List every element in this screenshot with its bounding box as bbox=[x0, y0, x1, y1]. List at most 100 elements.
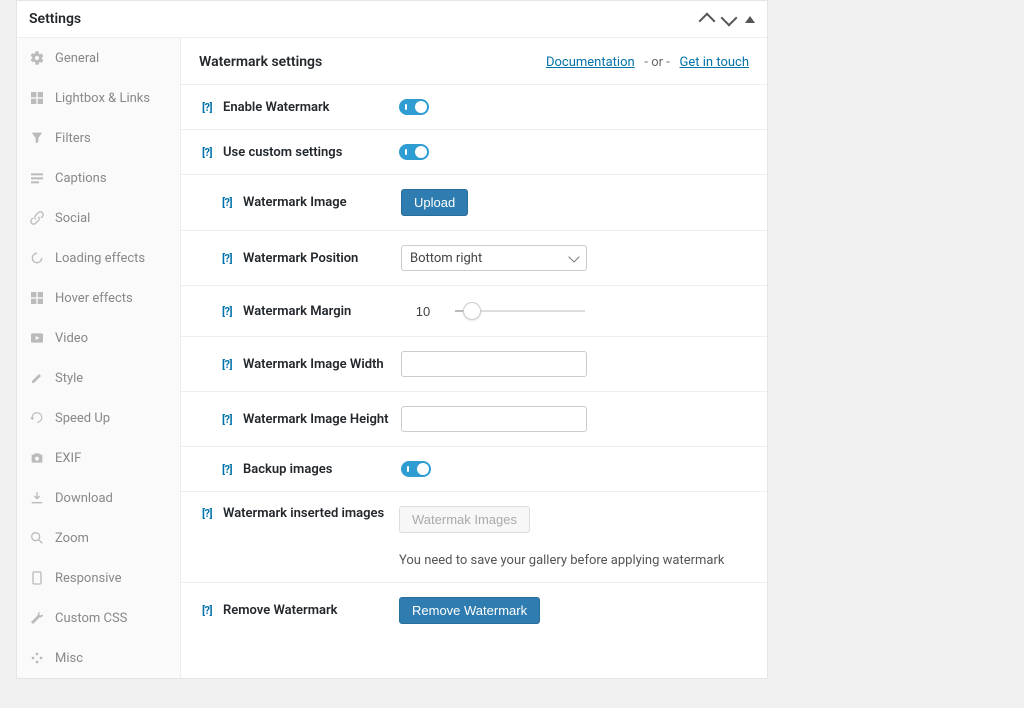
watermark-height-input[interactable] bbox=[401, 406, 587, 432]
zoom-icon bbox=[29, 530, 45, 546]
sidebar-item-label: Misc bbox=[55, 651, 83, 666]
sidebar-item-label: Hover effects bbox=[55, 291, 133, 306]
sidebar-item-download[interactable]: Download bbox=[17, 478, 180, 518]
settings-panel: Settings General Lightbox & Links Filter… bbox=[16, 0, 768, 679]
watermark-margin-input[interactable] bbox=[401, 300, 445, 322]
remove-watermark-button[interactable]: Remove Watermark bbox=[399, 597, 540, 624]
watermark-inserted-note: You need to save your gallery before app… bbox=[399, 553, 749, 568]
help-icon[interactable] bbox=[199, 506, 215, 520]
sidebar-item-loading[interactable]: Loading effects bbox=[17, 238, 180, 278]
sidebar-item-captions[interactable]: Captions bbox=[17, 158, 180, 198]
watermark-width-label: Watermark Image Width bbox=[243, 357, 401, 372]
settings-sidebar: General Lightbox & Links Filters Caption… bbox=[17, 38, 181, 678]
custom-settings-label: Use custom settings bbox=[223, 145, 399, 160]
sidebar-item-lightbox[interactable]: Lightbox & Links bbox=[17, 78, 180, 118]
sidebar-item-general[interactable]: General bbox=[17, 38, 180, 78]
chevron-down-icon[interactable] bbox=[721, 10, 738, 27]
chevron-up-icon[interactable] bbox=[699, 13, 716, 30]
row-enable-watermark: Enable Watermark bbox=[181, 85, 767, 130]
social-icon bbox=[29, 210, 45, 226]
lightbox-icon bbox=[29, 90, 45, 106]
select-value: Bottom right bbox=[410, 251, 482, 266]
help-icon[interactable] bbox=[219, 412, 235, 426]
watermark-images-button[interactable]: Watermak Images bbox=[399, 506, 530, 533]
sidebar-item-zoom[interactable]: Zoom bbox=[17, 518, 180, 558]
contact-link[interactable]: Get in touch bbox=[680, 55, 749, 70]
row-watermark-height: Watermark Image Height bbox=[181, 392, 767, 447]
row-watermark-position: Watermark Position Bottom right bbox=[181, 231, 767, 286]
help-icon[interactable] bbox=[219, 357, 235, 371]
watermark-margin-label: Watermark Margin bbox=[243, 304, 401, 319]
help-icon[interactable] bbox=[219, 304, 235, 318]
speed-icon bbox=[29, 410, 45, 426]
collapse-icon[interactable] bbox=[745, 16, 755, 23]
download-icon bbox=[29, 490, 45, 506]
panel-controls bbox=[701, 11, 755, 27]
links-separator: - or - bbox=[644, 55, 669, 70]
row-watermark-inserted: Watermark inserted images Watermak Image… bbox=[181, 492, 767, 583]
sidebar-item-style[interactable]: Style bbox=[17, 358, 180, 398]
panel-body: General Lightbox & Links Filters Caption… bbox=[17, 38, 767, 678]
sidebar-item-exif[interactable]: EXIF bbox=[17, 438, 180, 478]
watermark-position-select[interactable]: Bottom right bbox=[401, 245, 587, 271]
loading-icon bbox=[29, 250, 45, 266]
sidebar-item-label: Loading effects bbox=[55, 251, 145, 266]
sidebar-item-label: Download bbox=[55, 491, 113, 506]
slider-thumb[interactable] bbox=[463, 302, 481, 320]
misc-icon bbox=[29, 650, 45, 666]
remove-watermark-label: Remove Watermark bbox=[223, 603, 399, 618]
sidebar-item-responsive[interactable]: Responsive bbox=[17, 558, 180, 598]
panel-title: Settings bbox=[29, 11, 701, 27]
sidebar-item-label: Lightbox & Links bbox=[55, 91, 150, 106]
watermark-width-input[interactable] bbox=[401, 351, 587, 377]
row-backup-images: Backup images bbox=[181, 447, 767, 492]
watermark-height-label: Watermark Image Height bbox=[243, 412, 401, 427]
row-watermark-width: Watermark Image Width bbox=[181, 337, 767, 392]
captions-icon bbox=[29, 170, 45, 186]
help-icon[interactable] bbox=[219, 462, 235, 476]
filter-icon bbox=[29, 130, 45, 146]
sidebar-item-label: EXIF bbox=[55, 451, 81, 466]
sidebar-item-label: Filters bbox=[55, 131, 91, 146]
camera-icon bbox=[29, 450, 45, 466]
backup-images-label: Backup images bbox=[243, 462, 401, 477]
help-icon[interactable] bbox=[219, 196, 235, 210]
sidebar-item-hover[interactable]: Hover effects bbox=[17, 278, 180, 318]
enable-watermark-toggle[interactable] bbox=[399, 99, 429, 115]
watermark-position-label: Watermark Position bbox=[243, 251, 401, 266]
video-icon bbox=[29, 330, 45, 346]
row-remove-watermark: Remove Watermark Remove Watermark bbox=[181, 583, 767, 638]
wrench-icon bbox=[29, 610, 45, 626]
help-icon[interactable] bbox=[199, 100, 215, 114]
help-icon[interactable] bbox=[219, 251, 235, 265]
responsive-icon bbox=[29, 570, 45, 586]
sidebar-item-label: Responsive bbox=[55, 571, 122, 586]
sidebar-item-label: Speed Up bbox=[55, 411, 110, 426]
upload-button[interactable]: Upload bbox=[401, 189, 468, 216]
watermark-image-label: Watermark Image bbox=[243, 195, 401, 210]
sidebar-item-social[interactable]: Social bbox=[17, 198, 180, 238]
custom-settings-toggle[interactable] bbox=[399, 144, 429, 160]
content-header: Watermark settings Documentation - or - … bbox=[181, 38, 767, 85]
sidebar-item-video[interactable]: Video bbox=[17, 318, 180, 358]
help-icon[interactable] bbox=[199, 145, 215, 159]
hover-icon bbox=[29, 290, 45, 306]
content-title: Watermark settings bbox=[199, 54, 546, 70]
sidebar-item-label: Zoom bbox=[55, 531, 89, 546]
watermark-margin-slider[interactable] bbox=[455, 310, 585, 312]
sidebar-item-label: General bbox=[55, 51, 99, 66]
documentation-link[interactable]: Documentation bbox=[546, 55, 635, 70]
watermark-inserted-label: Watermark inserted images bbox=[223, 506, 399, 521]
enable-watermark-label: Enable Watermark bbox=[223, 100, 399, 115]
sidebar-item-label: Custom CSS bbox=[55, 611, 127, 626]
sidebar-item-customcss[interactable]: Custom CSS bbox=[17, 598, 180, 638]
sidebar-item-label: Style bbox=[55, 371, 83, 386]
sidebar-item-label: Social bbox=[55, 211, 90, 226]
panel-header: Settings bbox=[17, 1, 767, 38]
sidebar-item-speedup[interactable]: Speed Up bbox=[17, 398, 180, 438]
backup-images-toggle[interactable] bbox=[401, 461, 431, 477]
sidebar-item-label: Captions bbox=[55, 171, 107, 186]
sidebar-item-misc[interactable]: Misc bbox=[17, 638, 180, 678]
sidebar-item-filters[interactable]: Filters bbox=[17, 118, 180, 158]
help-icon[interactable] bbox=[199, 604, 215, 618]
